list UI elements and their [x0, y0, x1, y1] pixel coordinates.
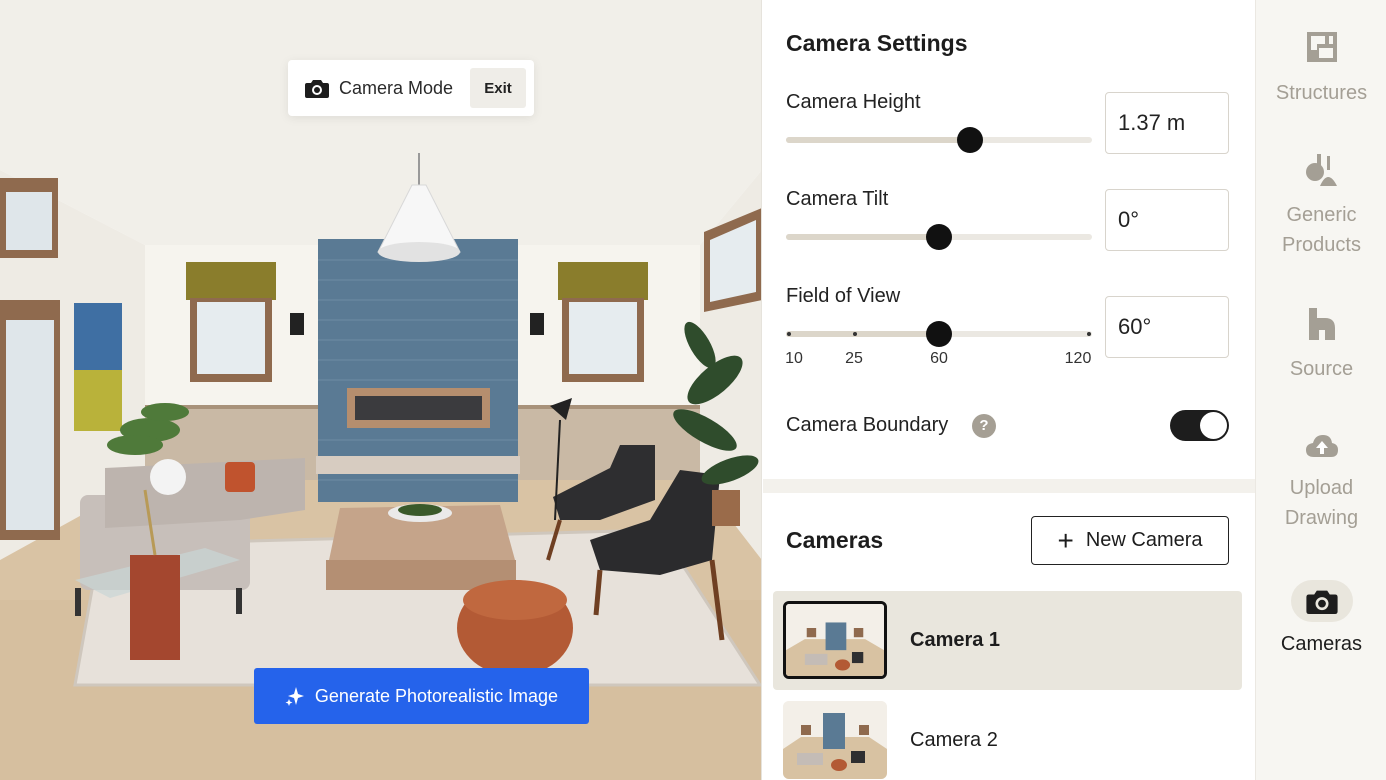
- sparkle-icon: [285, 687, 304, 706]
- cloud-upload-icon: [1305, 435, 1338, 457]
- exit-camera-mode-button[interactable]: Exit: [470, 68, 526, 108]
- rail-label: Cameras: [1280, 633, 1363, 655]
- camera-mode-label: Camera Mode: [339, 77, 454, 98]
- field-of-view-slider[interactable]: [786, 321, 1092, 347]
- floorplan-icon: [1306, 32, 1337, 62]
- camera-tilt-input[interactable]: [1105, 189, 1229, 251]
- 3d-viewport[interactable]: Camera Mode Exit Generate Photorealistic…: [0, 0, 762, 780]
- camera-mode-indicator: Camera Mode Exit: [288, 60, 534, 116]
- plus-icon: +: [1057, 524, 1074, 556]
- help-icon[interactable]: ?: [972, 414, 996, 438]
- fov-tick-label: 10: [785, 350, 803, 367]
- camera-name: Camera 1: [910, 629, 1001, 651]
- camera-list-item[interactable]: Camera 2: [773, 691, 1242, 780]
- new-camera-label: New Camera: [1085, 529, 1203, 551]
- camera-tilt-label: Camera Tilt: [786, 188, 889, 210]
- generate-button-label: Generate Photorealistic Image: [314, 685, 559, 706]
- fov-tick-120: [1087, 332, 1091, 336]
- camera-tilt-slider[interactable]: [786, 224, 1092, 250]
- generate-photorealistic-image-button[interactable]: Generate Photorealistic Image: [254, 668, 589, 724]
- new-camera-button[interactable]: + New Camera: [1031, 516, 1229, 565]
- camera-name: Camera 2: [910, 729, 998, 751]
- rail-label: Source: [1289, 358, 1354, 380]
- camera-boundary-toggle[interactable]: [1170, 410, 1229, 441]
- camera-list-item[interactable]: Camera 1: [773, 591, 1242, 690]
- camera-thumbnail: [783, 701, 887, 779]
- room-render[interactable]: [0, 0, 762, 780]
- rail-label: Generic: [1286, 204, 1357, 226]
- camera-height-slider-fill: [786, 137, 970, 143]
- rail-label: Drawing: [1284, 507, 1359, 529]
- lamp-icon: [1305, 154, 1337, 186]
- camera-settings-panel: Camera Settings Camera Height Camera Til…: [763, 0, 1255, 780]
- toggle-knob: [1200, 412, 1227, 439]
- rail-item-cameras[interactable]: Cameras: [1256, 580, 1386, 659]
- fov-tick-25: [853, 332, 857, 336]
- rail-label: Products: [1282, 234, 1361, 256]
- rail-item-source[interactable]: Source: [1256, 308, 1386, 384]
- camera-boundary-label: Camera Boundary: [786, 414, 949, 436]
- camera-icon: [1305, 590, 1338, 614]
- camera-tilt-slider-fill: [786, 234, 939, 240]
- fov-tick-label: 60: [930, 350, 948, 367]
- section-divider: [763, 479, 1255, 493]
- field-of-view-label: Field of View: [786, 285, 901, 307]
- rail-label: Upload: [1289, 477, 1354, 499]
- camera-tilt-slider-thumb[interactable]: [926, 224, 952, 250]
- camera-height-label: Camera Height: [786, 91, 921, 113]
- camera-thumbnail: [783, 601, 887, 679]
- rail-item-upload-drawing[interactable]: Upload Drawing: [1256, 433, 1386, 533]
- settings-title: Camera Settings: [786, 30, 968, 56]
- field-of-view-slider-thumb[interactable]: [926, 321, 952, 347]
- fov-tick-10: [787, 332, 791, 336]
- camera-height-slider-thumb[interactable]: [957, 127, 983, 153]
- fov-tick-label: 120: [1064, 350, 1092, 367]
- tool-rail: Structures Generic Products Source Uploa…: [1255, 0, 1386, 780]
- field-of-view-input[interactable]: [1105, 296, 1229, 358]
- field-of-view-slider-fill: [786, 331, 939, 337]
- camera-height-slider[interactable]: [786, 127, 1092, 153]
- rail-item-generic-products[interactable]: Generic Products: [1256, 152, 1386, 260]
- rail-item-structures[interactable]: Structures: [1256, 30, 1386, 108]
- source-icon: [1308, 308, 1335, 340]
- active-icon-pill: [1290, 580, 1353, 622]
- cameras-title: Cameras: [786, 527, 884, 553]
- fov-tick-label: 25: [845, 350, 863, 367]
- rail-label: Structures: [1275, 82, 1368, 104]
- camera-icon: [305, 80, 329, 98]
- camera-height-input[interactable]: [1105, 92, 1229, 154]
